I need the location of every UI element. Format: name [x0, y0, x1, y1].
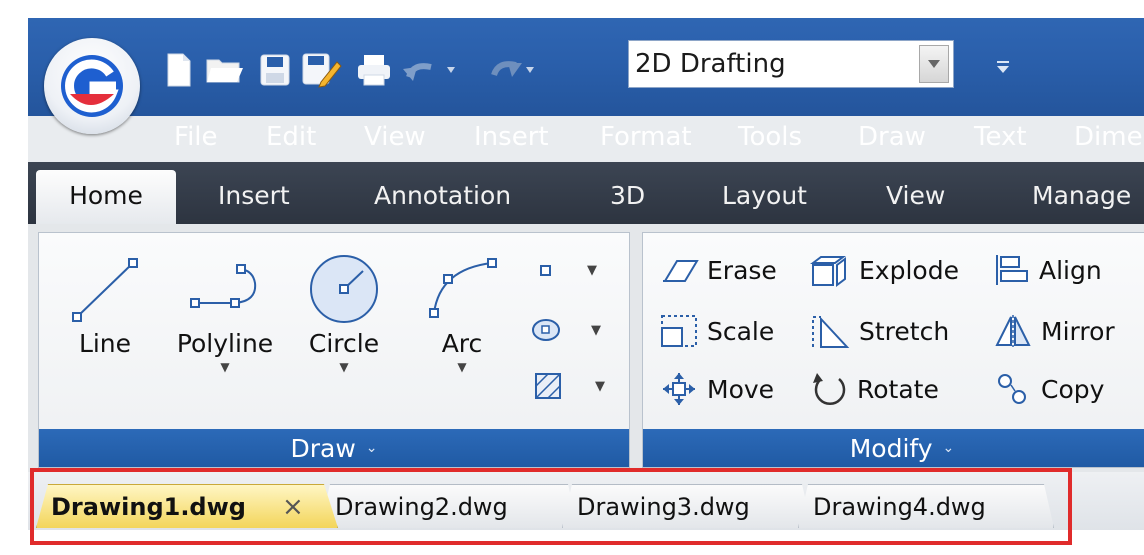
open-icon[interactable]: [204, 48, 246, 92]
rotate-label: Rotate: [857, 374, 939, 404]
app-logo-icon: [60, 54, 124, 118]
ellipse-tool[interactable]: ▼: [531, 317, 601, 343]
circle-icon: [310, 255, 378, 323]
menu-format[interactable]: Format: [600, 114, 692, 160]
arc-tool[interactable]: Arc ▼: [417, 255, 507, 374]
menu-dimension[interactable]: Dime: [1074, 114, 1143, 160]
hatch-icon: [535, 373, 561, 399]
new-icon[interactable]: [162, 48, 196, 92]
modify-panel-footer[interactable]: Modify ⌄: [643, 429, 1144, 467]
arc-label: Arc: [441, 329, 483, 358]
plot-icon[interactable]: [354, 48, 394, 92]
erase-button[interactable]: Erase: [659, 255, 777, 285]
app-menu-button[interactable]: [44, 38, 140, 134]
menu-draw[interactable]: Draw: [858, 114, 926, 160]
scale-label: Scale: [707, 316, 775, 346]
polyline-tool[interactable]: Polyline ▼: [167, 255, 283, 374]
modify-panel: Erase Explode Align Scale Stretch Mirror: [642, 232, 1144, 468]
hatch-tool[interactable]: ▼: [533, 371, 605, 401]
undo-icon[interactable]: [402, 48, 462, 92]
save-icon[interactable]: [256, 48, 294, 92]
point-icon: [540, 264, 551, 276]
copy-icon: [998, 374, 1026, 404]
explode-label: Explode: [859, 255, 959, 285]
chevron-down-icon: ⌄: [942, 440, 955, 456]
explode-icon: [810, 256, 846, 287]
stretch-label: Stretch: [859, 316, 950, 346]
chevron-down-icon[interactable]: ▼: [417, 360, 507, 374]
draw-panel-title: Draw: [290, 433, 356, 463]
line-label: Line: [78, 329, 132, 358]
menu-insert[interactable]: Insert: [474, 114, 549, 160]
mirror-label: Mirror: [1041, 316, 1115, 346]
menu-view[interactable]: View: [364, 114, 426, 160]
workspace-dropdown[interactable]: 2D Drafting: [628, 40, 954, 88]
tab-manage[interactable]: Manage: [1032, 170, 1131, 224]
eraser-icon: [663, 260, 699, 282]
polyline-label: Polyline: [176, 329, 274, 358]
tab-view[interactable]: View: [886, 170, 945, 224]
customize-quick-access-icon[interactable]: [996, 58, 1010, 79]
rotate-button[interactable]: Rotate: [809, 371, 939, 407]
menu-bar: File Edit View Insert Format Tools Draw …: [148, 114, 1144, 160]
point-tool[interactable]: ▼: [539, 263, 597, 278]
menu-text[interactable]: Text: [974, 114, 1027, 160]
align-icon: [996, 255, 1028, 285]
mirror-icon: [995, 315, 1031, 347]
erase-label: Erase: [707, 255, 777, 285]
align-label: Align: [1039, 255, 1102, 285]
ellipse-icon: [532, 319, 560, 341]
move-label: Move: [707, 374, 775, 404]
title-bar: 2D Drafting: [28, 18, 1144, 134]
ribbon-body: Line Polyline ▼ Circle ▼ Arc ▼ ▼ ▼ ▼ Dra…: [28, 224, 1144, 472]
line-tool[interactable]: Line: [65, 255, 145, 358]
scale-icon: [661, 315, 697, 347]
chevron-down-icon[interactable]: ▼: [591, 323, 601, 338]
tab-insert[interactable]: Insert: [218, 170, 290, 224]
circle-tool[interactable]: Circle ▼: [299, 251, 389, 374]
line-icon: [72, 258, 138, 322]
chevron-down-icon[interactable]: ▼: [167, 360, 283, 374]
polyline-icon: [190, 264, 257, 308]
redo-icon[interactable]: [464, 48, 534, 92]
move-icon: [663, 373, 695, 405]
chevron-down-icon[interactable]: ▼: [587, 263, 597, 278]
modify-panel-title: Modify: [849, 433, 933, 463]
align-button[interactable]: Align: [993, 253, 1102, 287]
chevron-down-icon[interactable]: [919, 45, 949, 83]
stretch-button[interactable]: Stretch: [809, 313, 949, 349]
tab-layout[interactable]: Layout: [722, 170, 807, 224]
draw-panel: Line Polyline ▼ Circle ▼ Arc ▼ ▼ ▼ ▼ Dra…: [38, 232, 630, 468]
tab-3d[interactable]: 3D: [610, 170, 645, 224]
menu-file[interactable]: File: [174, 114, 218, 160]
application-window: 2D Drafting File Edit View Insert Format…: [28, 18, 1144, 555]
menu-edit[interactable]: Edit: [266, 114, 316, 160]
menu-tools[interactable]: Tools: [738, 114, 802, 160]
highlight-box: [30, 468, 1072, 545]
chevron-down-icon[interactable]: ▼: [595, 379, 605, 394]
mirror-button[interactable]: Mirror: [993, 313, 1115, 349]
copy-label: Copy: [1041, 374, 1105, 404]
chevron-down-icon: ⌄: [365, 440, 378, 456]
scale-button[interactable]: Scale: [659, 313, 774, 349]
move-button[interactable]: Move: [659, 371, 774, 407]
workspace-value: 2D Drafting: [635, 49, 786, 79]
circle-label: Circle: [308, 329, 380, 358]
save-as-icon[interactable]: [300, 48, 344, 92]
explode-button[interactable]: Explode: [809, 253, 959, 287]
arc-icon: [429, 258, 497, 318]
chevron-down-icon[interactable]: ▼: [299, 360, 389, 374]
tab-home[interactable]: Home: [36, 170, 176, 224]
stretch-icon: [812, 316, 850, 348]
rotate-icon: [813, 373, 846, 405]
copy-button[interactable]: Copy: [993, 371, 1104, 407]
tab-annotation[interactable]: Annotation: [374, 170, 511, 224]
ribbon-tab-strip: Home Insert Annotation 3D Layout View Ma…: [28, 162, 1144, 224]
draw-panel-footer[interactable]: Draw ⌄: [39, 429, 629, 467]
